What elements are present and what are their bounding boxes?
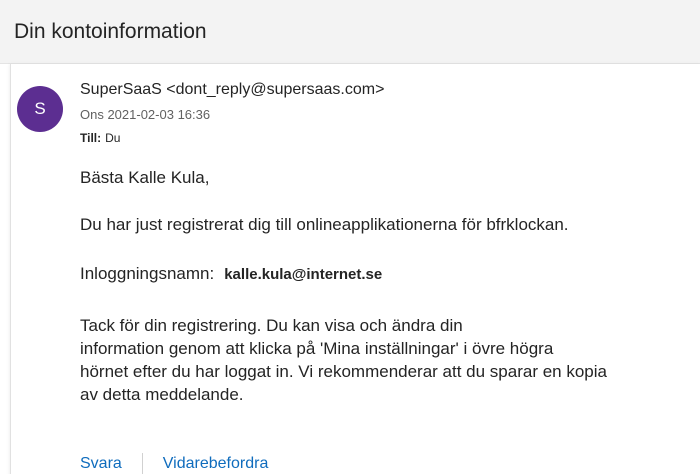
paragraph-line: hörnet efter du har loggat in. Vi rekomm… <box>80 362 607 381</box>
avatar-initial: S <box>34 99 46 118</box>
login-value: kalle.kula@internet.se <box>224 266 383 283</box>
body-line-registration: Du har just registrerat dig till onlinea… <box>80 215 569 234</box>
recipient-line: Till: Du <box>80 131 120 145</box>
action-divider <box>141 453 143 474</box>
email-reading-pane: Din kontoinformation S SuperSaaS <dont_r… <box>0 0 700 474</box>
sent-date: Ons 2021-02-03 16:36 <box>80 107 211 122</box>
login-line: Inloggningsnamn: kalle.kula@internet.se <box>80 264 382 284</box>
email-subject: Din kontoinformation <box>14 20 207 43</box>
to-label: Till: <box>80 131 102 145</box>
body-paragraph: Tack för din registrering. Du kan visa o… <box>80 314 607 406</box>
paragraph-line: information genom att klicka på 'Mina in… <box>80 339 554 358</box>
paragraph-line: av detta meddelande. <box>80 385 244 404</box>
login-label: Inloggningsnamn: <box>80 264 215 283</box>
body-greeting: Bästa Kalle Kula, <box>80 168 210 187</box>
reply-button[interactable]: Svara <box>80 455 122 473</box>
sender-avatar[interactable]: S <box>17 86 63 132</box>
message-actions: Svara Vidarebefordra <box>80 452 268 474</box>
to-value: Du <box>105 131 121 145</box>
forward-button[interactable]: Vidarebefordra <box>163 455 269 473</box>
paragraph-line: Tack för din registrering. Du kan visa o… <box>80 316 463 335</box>
subject-bar: Din kontoinformation <box>0 0 700 64</box>
sender-name[interactable]: SuperSaaS <dont_reply@supersaas.com> <box>80 81 384 99</box>
